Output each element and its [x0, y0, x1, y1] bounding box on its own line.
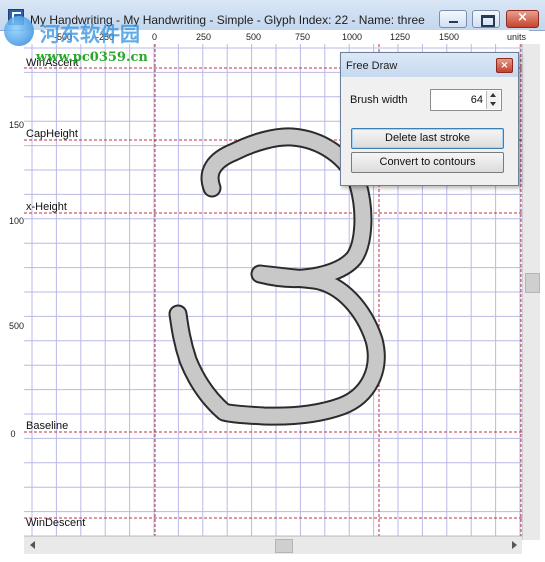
stepper-down-icon[interactable]: [490, 102, 496, 106]
ruler-label: 500: [246, 32, 262, 42]
ruler-label: 1000: [342, 32, 363, 42]
close-button[interactable]: ×: [506, 10, 539, 28]
maximize-button[interactable]: [472, 10, 500, 28]
metric-cap-height: CapHeight: [26, 128, 78, 140]
horizontal-scrollbar[interactable]: [24, 536, 522, 554]
delete-last-stroke-button[interactable]: Delete last stroke: [351, 128, 504, 149]
convert-to-contours-button[interactable]: Convert to contours: [351, 152, 504, 173]
ruler-label: 1250: [390, 32, 411, 42]
minimize-icon: [449, 21, 458, 23]
scroll-right-arrow-icon[interactable]: [512, 541, 517, 549]
free-draw-dialog: Free Draw × Brush width 64 Delete last s…: [340, 52, 519, 186]
ruler-label: 750: [295, 32, 311, 42]
vertical-scroll-thumb[interactable]: [525, 273, 540, 293]
brush-width-stepper[interactable]: 64: [430, 89, 502, 111]
watermark-name: 河东软件园: [40, 22, 140, 46]
maximize-icon: [481, 15, 495, 27]
dialog-close-button[interactable]: ×: [496, 58, 513, 73]
minimize-button[interactable]: [439, 10, 467, 28]
vertical-ruler: 1500 1000 500 0: [0, 44, 30, 540]
ruler-label: 500: [9, 321, 25, 331]
metric-x-height: x-Height: [26, 201, 67, 213]
vertical-scrollbar[interactable]: [522, 44, 540, 540]
metric-win-descent: WinDescent: [26, 517, 86, 529]
scroll-left-arrow-icon[interactable]: [30, 541, 35, 549]
ruler-label: 0: [10, 429, 16, 439]
dialog-title: Free Draw: [346, 60, 398, 72]
stepper-up-icon[interactable]: [490, 93, 496, 97]
ruler-label: 1500: [439, 32, 460, 42]
watermark-logo-icon: [4, 16, 34, 46]
metric-baseline: Baseline: [26, 420, 69, 432]
ruler-label: 1500: [9, 120, 30, 130]
dialog-title-bar[interactable]: Free Draw ×: [341, 53, 518, 77]
close-icon: ×: [517, 10, 528, 25]
brush-width-label: Brush width: [350, 94, 408, 106]
stepper-buttons: [486, 91, 500, 109]
brush-width-value[interactable]: 64: [471, 94, 483, 106]
ruler-label: 250: [196, 32, 212, 42]
horizontal-scroll-thumb[interactable]: [275, 539, 293, 553]
watermark-url: www.pc0359.cn: [36, 50, 148, 65]
ruler-label: 0: [152, 32, 158, 42]
ruler-label: 1000: [9, 216, 30, 226]
ruler-units-label: units: [507, 32, 527, 42]
